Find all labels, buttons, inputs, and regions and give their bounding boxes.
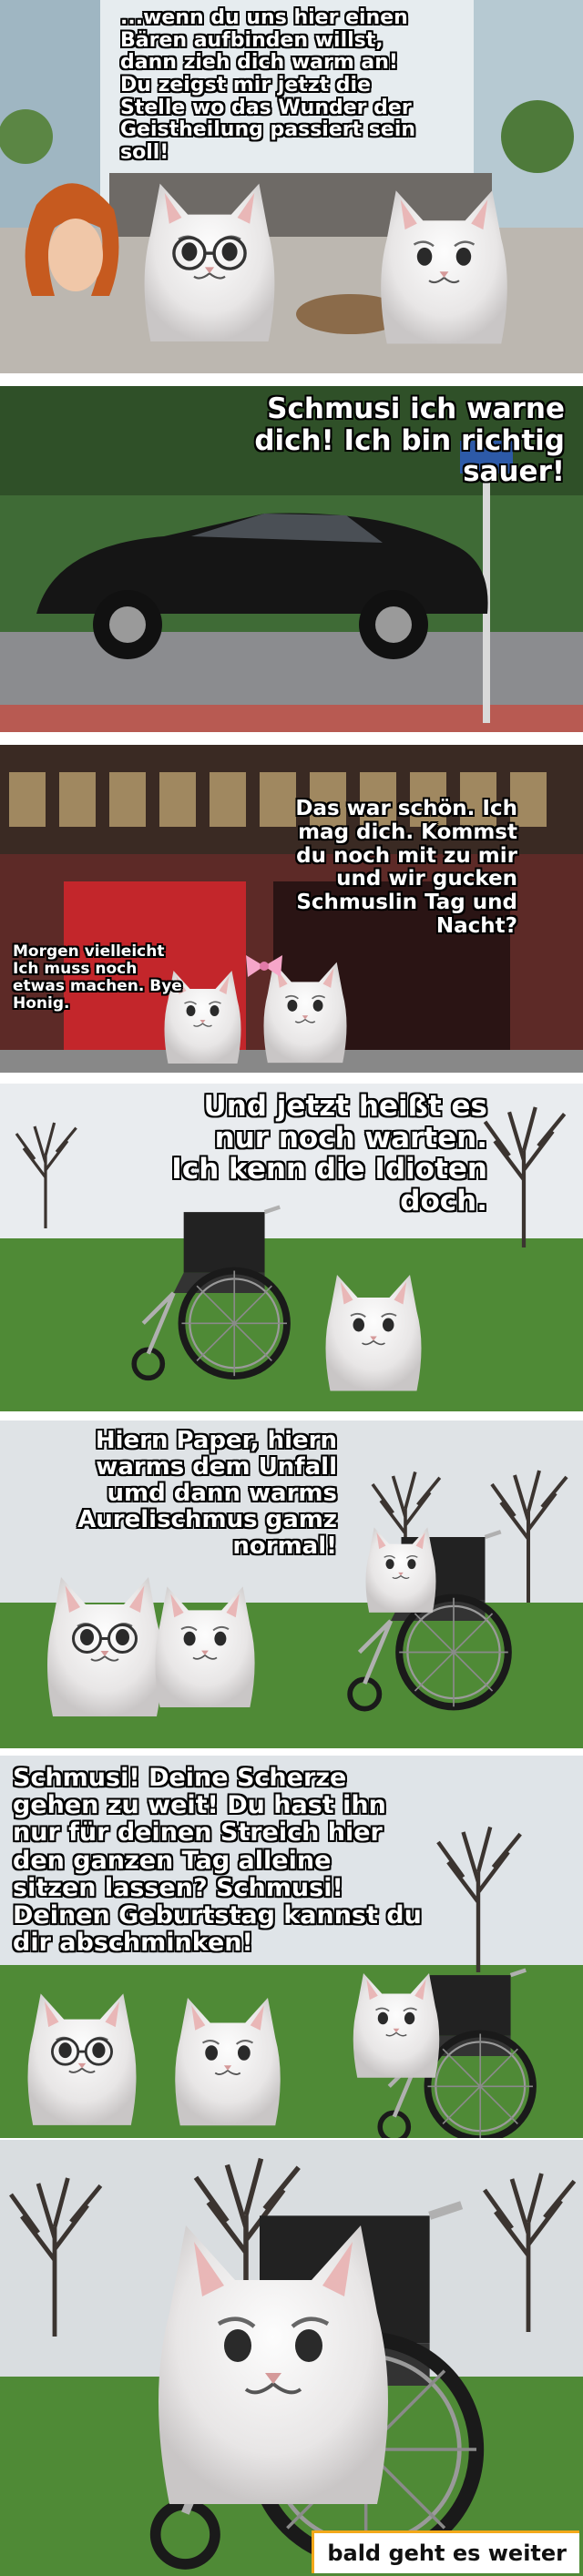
panel-6-caption: Schmusi! Deine Scherze gehen zu weit! Du… — [13, 1764, 422, 1958]
cat-in-wheelchair — [352, 1972, 441, 2079]
cat-sad — [154, 1585, 256, 1709]
woman-face-icon — [25, 183, 119, 296]
wheelchair-icon — [109, 1202, 319, 1384]
comic-panel-6: Schmusi! Deine Scherze gehen zu weit! Du… — [0, 1756, 583, 2138]
continued-label: bald geht es weiter — [312, 2530, 579, 2573]
cat-sad — [379, 188, 509, 345]
panel-5-caption: Hiern Paper, hiern warms dem Unfall umd … — [77, 1427, 337, 1561]
cat-with-glasses — [143, 182, 276, 343]
panel-2-caption: Schmusi ich warne dich! Ich bin richtig … — [254, 392, 565, 489]
comic-panel-7 — [0, 2140, 583, 2576]
cat-with-glasses — [26, 1992, 138, 2126]
comic-panel-1: ...wenn du uns hier einen Bären aufbinde… — [0, 0, 583, 373]
panel-3-reply-caption: Morgen vielleicht Ich muss noch etwas ma… — [13, 942, 182, 1013]
cat-sad — [174, 1996, 281, 2127]
comic-panel-5: Hiern Paper, hiern warms dem Unfall umd … — [0, 1420, 583, 1748]
cat-on-ground — [324, 1273, 423, 1392]
comic-panel-4: Und jetzt heißt es nur noch warten. Ich … — [0, 1084, 583, 1411]
panel-1-caption: ...wenn du uns hier einen Bären aufbinde… — [120, 6, 416, 164]
comic-panel-2: Schmusi ich warne dich! Ich bin richtig … — [0, 386, 583, 732]
panel-4-caption: Und jetzt heißt es nur noch warten. Ich … — [171, 1090, 487, 1218]
cat-closeup — [118, 2204, 428, 2531]
comic-panel-3: Das war schön. Ich mag dich. Kommst du n… — [0, 745, 583, 1073]
cat-in-wheelchair — [364, 1526, 437, 1614]
pink-bow-icon — [246, 955, 282, 977]
panel-3-caption: Das war schön. Ich mag dich. Kommst du n… — [295, 797, 517, 938]
